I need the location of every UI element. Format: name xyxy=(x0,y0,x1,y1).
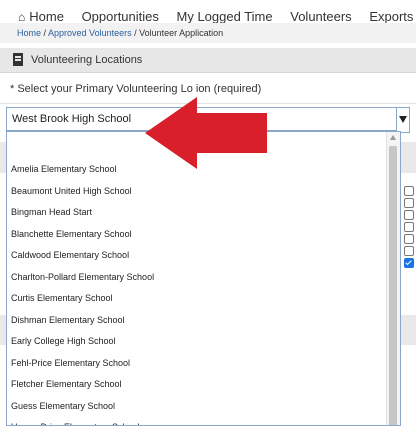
location-option[interactable]: Guess Elementary School xyxy=(11,401,115,411)
location-option[interactable]: Fehl-Price Elementary School xyxy=(11,358,130,368)
location-option[interactable]: Dishman Elementary School xyxy=(11,315,125,325)
caret-down-icon xyxy=(399,116,407,123)
checkbox[interactable] xyxy=(404,210,414,220)
nav-home[interactable]: Home xyxy=(29,9,64,24)
location-option[interactable]: Amelia Elementary School xyxy=(11,164,117,174)
home-icon[interactable]: ⌂ xyxy=(18,10,25,24)
location-option[interactable]: Homer Drive Elementary School xyxy=(11,422,140,425)
location-option[interactable]: Early College High School xyxy=(11,336,116,346)
background-checkbox-column xyxy=(404,186,414,270)
location-prompt-label: * Select your Primary Volunteering Lo io… xyxy=(10,83,262,95)
location-option[interactable]: Caldwood Elementary School xyxy=(11,250,129,260)
panel-title: Volunteering Locations xyxy=(31,54,143,66)
breadcrumb-separator: / xyxy=(41,28,49,38)
checkbox[interactable] xyxy=(404,246,414,256)
nav-exports[interactable]: Exports xyxy=(369,9,413,24)
checkbox[interactable] xyxy=(404,198,414,208)
dropdown-toggle[interactable] xyxy=(396,107,410,133)
building-icon xyxy=(13,53,23,66)
location-option[interactable]: Charlton-Pollard Elementary School xyxy=(11,272,154,282)
breadcrumb-home[interactable]: Home xyxy=(17,28,41,38)
nav-links: ⌂ Home Opportunities My Logged Time Volun… xyxy=(18,9,416,24)
checkbox[interactable] xyxy=(404,234,414,244)
checkbox-checked[interactable] xyxy=(404,258,414,268)
nav-volunteers[interactable]: Volunteers xyxy=(290,9,351,24)
dropdown-scrollbar[interactable] xyxy=(386,132,400,425)
location-dropdown-list[interactable]: Amelia Elementary School Beaumont United … xyxy=(6,131,401,426)
location-option[interactable]: Blanchette Elementary School xyxy=(11,229,132,239)
checkbox[interactable] xyxy=(404,222,414,232)
breadcrumb-separator: / xyxy=(131,28,140,38)
breadcrumb: Home / Approved Volunteers / Volunteer A… xyxy=(0,23,416,43)
breadcrumb-trail: Home / Approved Volunteers / Volunteer A… xyxy=(17,28,223,38)
breadcrumb-approved-volunteers[interactable]: Approved Volunteers xyxy=(48,28,132,38)
location-option[interactable]: Bingman Head Start xyxy=(11,207,92,217)
nav-my-logged-time[interactable]: My Logged Time xyxy=(177,9,273,24)
scrollbar-thumb[interactable] xyxy=(389,146,397,425)
location-option[interactable]: Fletcher Elementary School xyxy=(11,379,122,389)
nav-opportunities[interactable]: Opportunities xyxy=(82,9,159,24)
selected-location-value: West Brook High School xyxy=(12,113,132,125)
location-option[interactable]: Beaumont United High School xyxy=(11,186,132,196)
breadcrumb-current: Volunteer Application xyxy=(139,28,224,38)
location-option[interactable]: Curtis Elementary School xyxy=(11,293,113,303)
left-arrow-icon xyxy=(145,97,267,169)
red-arrow-annotation xyxy=(145,97,267,169)
panel-header: Volunteering Locations xyxy=(0,48,416,73)
checkbox[interactable] xyxy=(404,186,414,196)
scroll-up-icon[interactable] xyxy=(390,135,396,140)
